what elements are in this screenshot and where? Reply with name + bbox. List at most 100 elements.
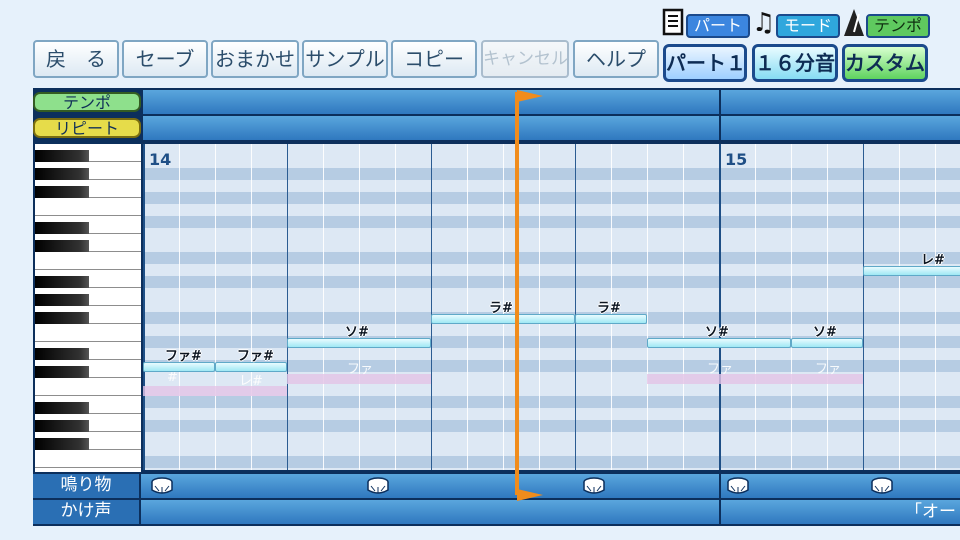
beat-line <box>647 144 648 470</box>
part-selector[interactable]: パート１ <box>663 44 747 82</box>
black-key[interactable] <box>35 150 89 162</box>
beat-line <box>215 144 216 470</box>
grid-row <box>143 228 960 240</box>
beat-line <box>683 144 684 470</box>
grid-row <box>143 216 960 228</box>
save-button[interactable]: セーブ <box>122 40 208 78</box>
white-key[interactable] <box>35 324 141 342</box>
white-key[interactable] <box>35 378 141 396</box>
black-key[interactable] <box>35 420 89 432</box>
black-key[interactable] <box>35 402 89 414</box>
repeat-lane[interactable] <box>143 116 960 140</box>
sequencer-panel: テンポ リピート 14 15 # レ# ファ ファ ファ ファ# ファ# ソ# ラ# ラ# ソ# ソ#… <box>33 88 960 526</box>
note-label: ファ# <box>165 349 202 364</box>
beat-line <box>755 144 756 470</box>
grid-row <box>143 168 960 180</box>
note-label: ファ# <box>237 349 274 364</box>
omakase-button[interactable]: おまかせ <box>211 40 299 78</box>
copy-button[interactable]: コピー <box>391 40 477 78</box>
kakegoe-text: 「オー <box>905 502 956 522</box>
drum-icon[interactable] <box>367 477 389 495</box>
black-key[interactable] <box>35 312 89 324</box>
beat-line <box>359 144 360 470</box>
ghost-note-label: ファ <box>707 362 734 377</box>
grid-row <box>143 240 960 252</box>
white-key[interactable] <box>35 450 141 468</box>
grid-row <box>143 288 960 300</box>
beat-line <box>863 144 864 470</box>
grid-row <box>143 456 960 468</box>
ghost-note-label: ファ <box>815 362 842 377</box>
grid-row <box>143 156 960 168</box>
score-sheet-icon <box>662 8 684 42</box>
beat-line <box>287 144 288 470</box>
note-label: ラ# <box>597 301 621 316</box>
white-key[interactable] <box>35 252 141 270</box>
black-key[interactable] <box>35 276 89 288</box>
beat-line <box>575 144 576 470</box>
note-label: ソ# <box>813 325 837 340</box>
mode-label: モード <box>776 14 841 38</box>
tempo-selector[interactable]: カスタム <box>842 44 928 82</box>
narimono-row[interactable]: 鳴り物 <box>33 474 960 498</box>
black-key[interactable] <box>35 366 89 378</box>
black-key[interactable] <box>35 222 89 234</box>
measure-number: 14 <box>149 150 172 169</box>
beat-line <box>323 144 324 470</box>
help-button[interactable]: ヘルプ <box>573 40 659 78</box>
black-key[interactable] <box>35 240 89 252</box>
white-key[interactable] <box>35 198 141 216</box>
beat-line <box>395 144 396 470</box>
cancel-button[interactable]: キャンセル <box>481 40 569 78</box>
tempo-lane[interactable] <box>143 90 960 114</box>
black-key[interactable] <box>35 348 89 360</box>
ghost-note-label: ファ <box>347 362 374 377</box>
ghost-note <box>143 386 215 396</box>
note-block[interactable] <box>863 266 960 276</box>
beat-line <box>539 144 540 470</box>
grid-row <box>143 180 960 192</box>
beat-line <box>935 144 936 470</box>
kakegoe-label: かけ声 <box>33 500 141 524</box>
piano-keyboard[interactable] <box>35 144 141 472</box>
drum-icon[interactable] <box>151 477 173 495</box>
beat-line <box>251 144 252 470</box>
drum-icon[interactable] <box>583 477 605 495</box>
black-key[interactable] <box>35 168 89 180</box>
mode-selector[interactable]: １６分音符 <box>752 44 838 82</box>
narimono-label: 鳴り物 <box>33 474 141 498</box>
beat-line <box>827 144 828 470</box>
playback-cursor[interactable] <box>515 92 519 495</box>
repeat-track-label: リピート <box>33 118 141 138</box>
measure-number: 15 <box>725 150 748 169</box>
grid-row <box>143 264 960 276</box>
lane-divider <box>719 474 721 524</box>
drum-icon[interactable] <box>871 477 893 495</box>
grid-row <box>143 444 960 456</box>
back-button[interactable]: 戻 る <box>33 40 119 78</box>
grid-row <box>143 192 960 204</box>
kakegoe-row[interactable]: かけ声 「オー <box>33 500 960 524</box>
note-label: ラ# <box>489 301 513 316</box>
music-note-icon: ♫ <box>752 8 776 38</box>
note-label: レ# <box>921 253 945 268</box>
percussion-area: 鳴り物 かけ声 「オー <box>33 472 960 526</box>
beat-line <box>899 144 900 470</box>
piano-roll-grid[interactable]: 14 15 # レ# ファ ファ ファ ファ# ファ# ソ# ラ# ラ# ソ# ソ# レ# <box>143 144 960 470</box>
beat-line <box>179 144 180 470</box>
grid-row <box>143 396 960 408</box>
note-label: ソ# <box>345 325 369 340</box>
black-key[interactable] <box>35 294 89 306</box>
beat-line <box>431 144 432 470</box>
grid-row <box>143 420 960 432</box>
playback-cursor-top-marker <box>517 90 543 102</box>
part-label: パート <box>686 14 751 38</box>
sample-button[interactable]: サンプル <box>302 40 388 78</box>
black-key[interactable] <box>35 186 89 198</box>
grid-row <box>143 276 960 288</box>
bar-line <box>143 144 145 470</box>
grid-row <box>143 204 960 216</box>
grid-row <box>143 432 960 444</box>
black-key[interactable] <box>35 438 89 450</box>
drum-icon[interactable] <box>727 477 749 495</box>
